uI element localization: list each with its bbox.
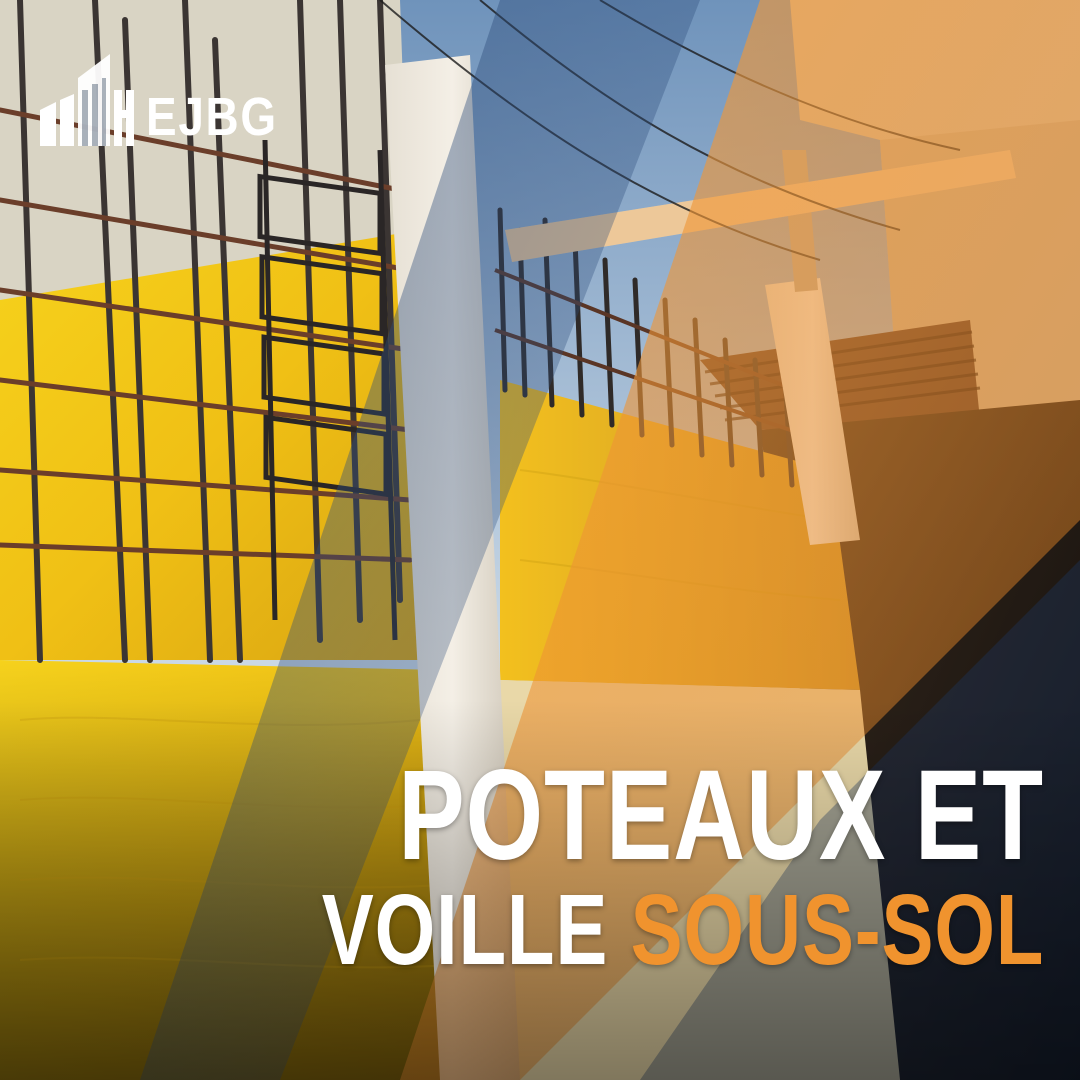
building-logo-icon [40, 54, 134, 146]
headline-line-2: VOILLE SOUS-SOL [322, 880, 1044, 980]
headline-word-sous-sol: SOUS-SOL [630, 874, 1044, 986]
brand-name: EJBG [146, 87, 278, 147]
brand-logo: EJBG [40, 46, 301, 146]
post-canvas: EJBG POTEAUX ET VOILLE SOUS-SOL [0, 0, 1080, 1080]
headline-line-1: POTEAUX ET [398, 744, 1044, 887]
headline-word-voille: VOILLE [321, 874, 608, 986]
